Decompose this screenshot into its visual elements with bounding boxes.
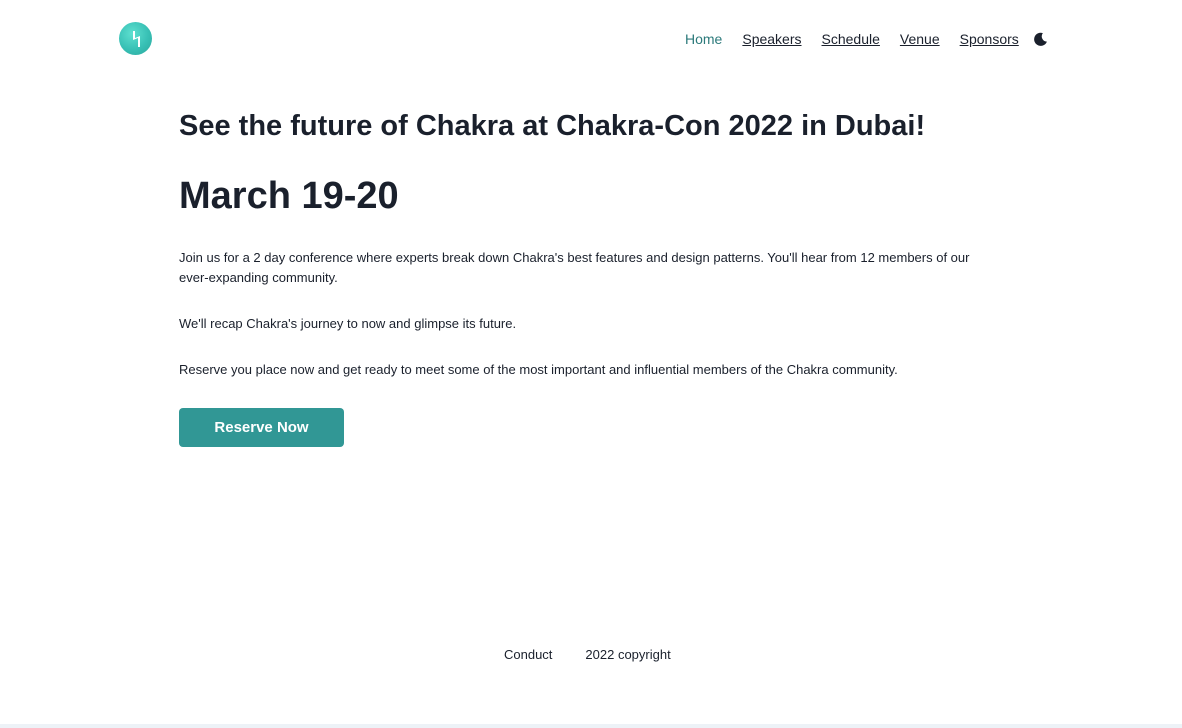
nav-link-speakers[interactable]: Speakers: [742, 30, 801, 48]
chakra-logo-icon[interactable]: [119, 22, 152, 55]
footer-link-conduct[interactable]: Conduct: [504, 646, 552, 664]
reserve-paragraph: Reserve you place now and get ready to m…: [179, 362, 898, 377]
footer-copyright: 2022 copyright: [585, 647, 671, 662]
page: Home Speakers Schedule Venue Sponsors Se…: [0, 0, 1182, 728]
bottom-divider: [0, 724, 1182, 728]
page-headline: See the future of Chakra at Chakra-Con 2…: [179, 110, 926, 142]
event-date: March 19-20: [179, 175, 399, 217]
main-nav: Home Speakers Schedule Venue Sponsors: [685, 30, 1019, 48]
hero-section: See the future of Chakra at Chakra-Con 2…: [179, 108, 999, 447]
intro-paragraph: Join us for a 2 day conference where exp…: [179, 250, 970, 285]
lightning-bolt-icon: [132, 30, 140, 47]
site-header: Home Speakers Schedule Venue Sponsors: [0, 0, 1182, 78]
site-footer: Conduct 2022 copyright: [504, 646, 671, 664]
reserve-now-button[interactable]: Reserve Now: [179, 408, 344, 447]
nav-link-venue[interactable]: Venue: [900, 30, 940, 48]
nav-link-home[interactable]: Home: [685, 30, 722, 48]
nav-link-schedule[interactable]: Schedule: [822, 30, 880, 48]
recap-paragraph: We'll recap Chakra's journey to now and …: [179, 316, 517, 331]
moon-icon: [1033, 32, 1047, 46]
theme-toggle-button[interactable]: [1031, 30, 1049, 48]
nav-link-sponsors[interactable]: Sponsors: [960, 30, 1019, 48]
